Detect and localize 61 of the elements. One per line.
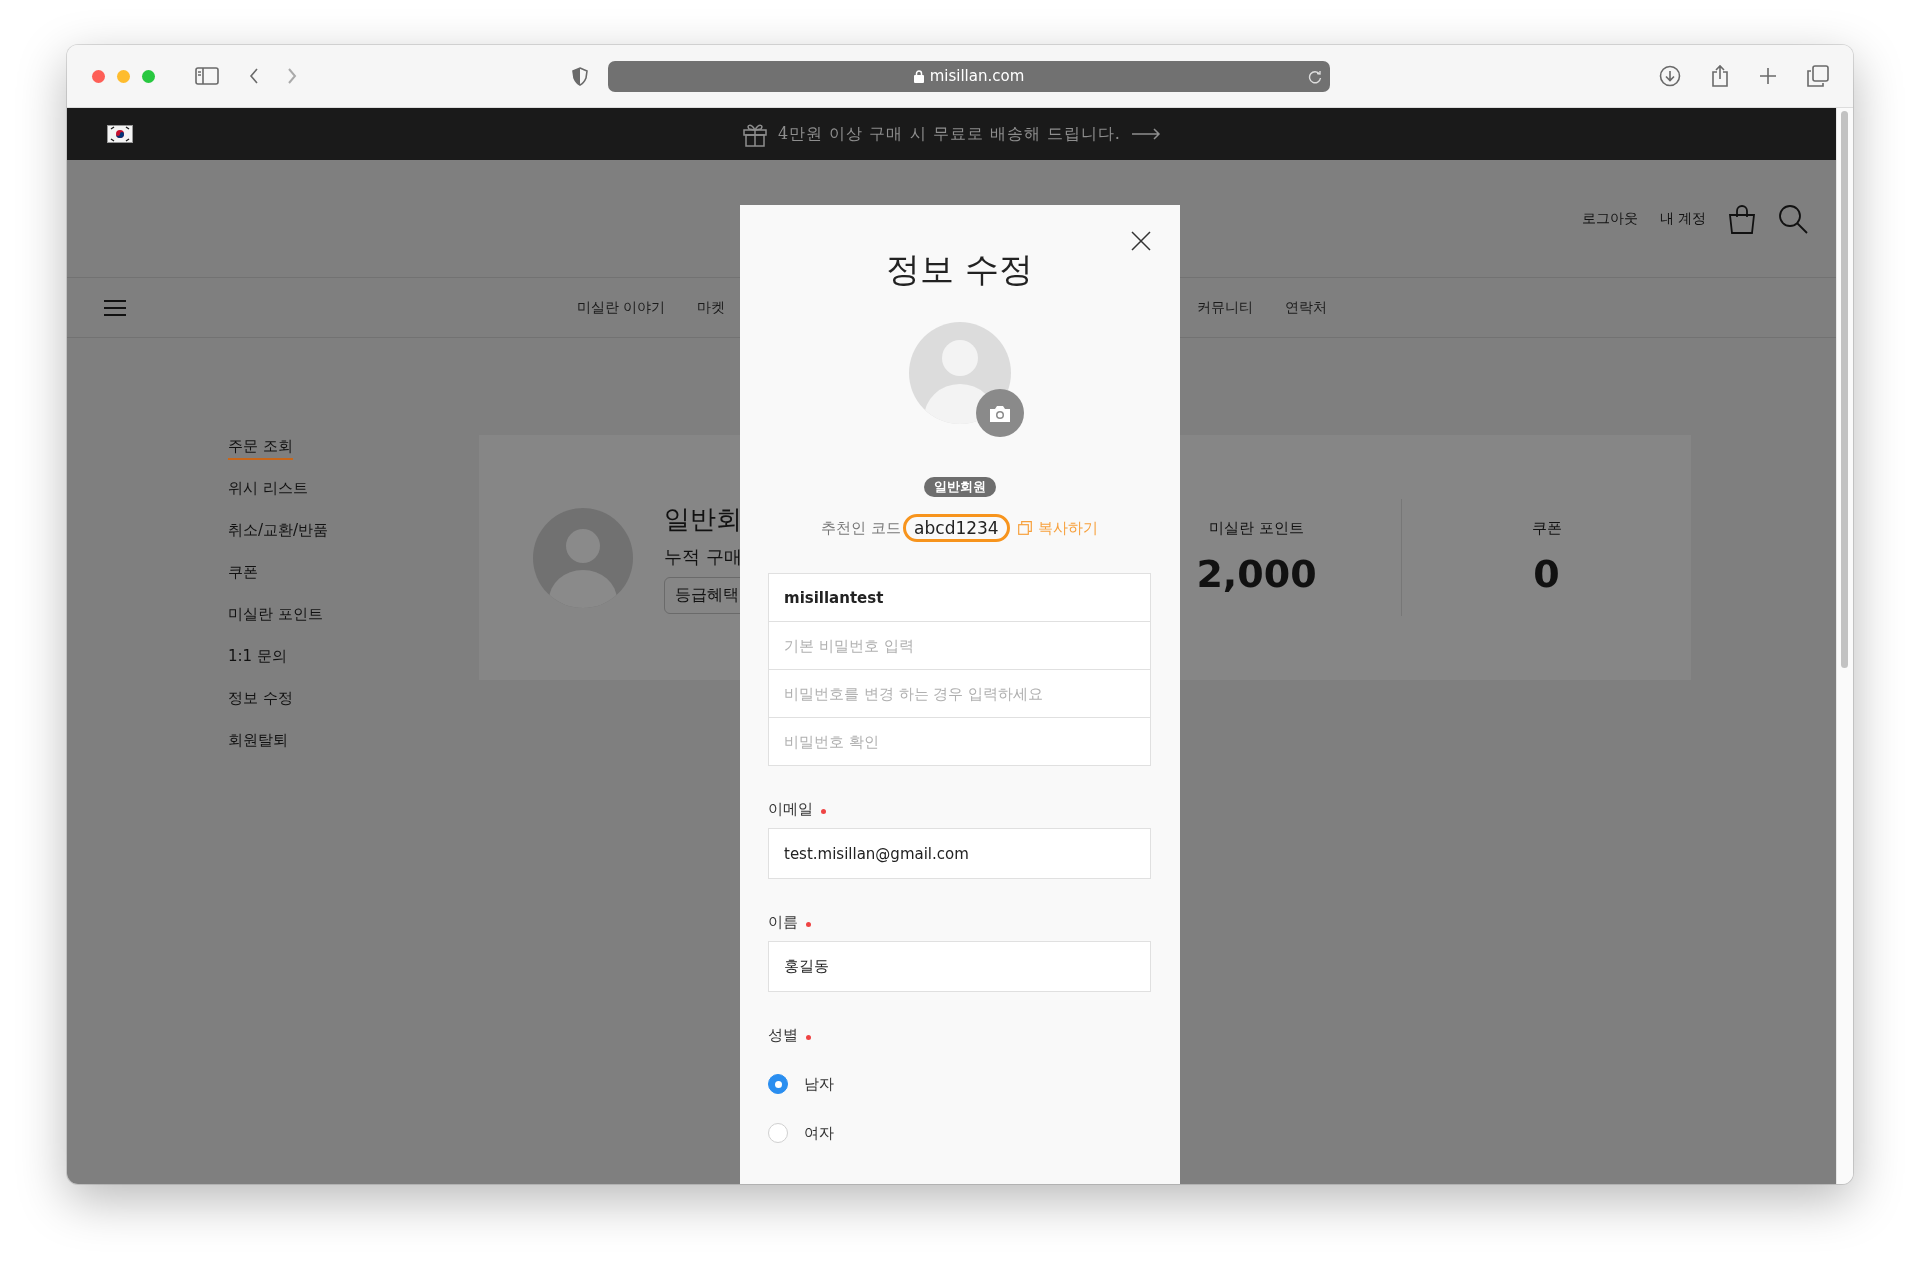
share-icon[interactable] <box>1711 64 1729 88</box>
camera-icon <box>987 403 1012 423</box>
sidebar-item[interactable]: 쿠폰 <box>228 561 258 586</box>
field-label: 이름 <box>768 912 798 932</box>
sidebar-item[interactable]: 정보 수정 <box>228 687 293 712</box>
field-label: 성별 <box>768 1025 798 1045</box>
sidebar-item[interactable]: 취소/교환/반품 <box>228 519 329 544</box>
menu-icon[interactable] <box>103 298 127 317</box>
radio-button[interactable] <box>768 1123 788 1143</box>
change-photo-button[interactable] <box>975 389 1024 437</box>
input-field[interactable]: test.misillan@gmail.com <box>768 828 1151 879</box>
sidebar-item[interactable]: 위시 리스트 <box>228 477 308 502</box>
radio-button[interactable] <box>768 1074 788 1094</box>
member-badge: 일반회원 <box>923 477 996 497</box>
input-field[interactable]: 홍길동 <box>768 941 1151 992</box>
nav-link[interactable]: 연락처 <box>1285 298 1328 317</box>
referral-label: 추천인 코드 <box>821 518 902 538</box>
back-icon[interactable] <box>249 67 259 85</box>
download-icon[interactable] <box>1659 65 1681 87</box>
sidebar-toggle-icon[interactable] <box>195 67 219 85</box>
reload-icon[interactable] <box>1308 68 1322 84</box>
header-link[interactable]: 로그아웃 <box>1581 209 1638 228</box>
shopping-bag-icon[interactable] <box>1728 203 1756 234</box>
shield-icon[interactable] <box>572 66 588 86</box>
address-bar[interactable]: misillan.com <box>608 60 1330 92</box>
header-link[interactable]: 내 계정 <box>1659 209 1706 228</box>
referral-code: abcd1234 <box>903 514 1010 542</box>
input-field[interactable]: 비밀번호를 변경 하는 경우 입력하세요 <box>768 669 1151 718</box>
sidebar-item[interactable]: 회원탈퇴 <box>228 729 288 754</box>
radio-label: 여자 <box>804 1123 834 1143</box>
flag-icon[interactable] <box>107 125 133 143</box>
sidebar-item[interactable]: 주문 조회 <box>228 435 293 460</box>
close-window-button[interactable] <box>92 69 105 83</box>
dialog-title: 정보 수정 <box>885 249 1034 289</box>
nav-link[interactable]: 미실란 이야기 <box>577 298 666 317</box>
stat-label: 미실란 포인트 <box>1209 519 1304 538</box>
new-tab-icon[interactable] <box>1759 67 1777 85</box>
scrollbar[interactable] <box>1836 108 1853 1184</box>
avatar-silhouette-icon <box>533 507 633 608</box>
tabs-overview-icon[interactable] <box>1807 65 1829 87</box>
input-field[interactable]: misillantest <box>768 573 1151 622</box>
sidebar-item[interactable]: 1:1 문의 <box>228 645 287 670</box>
stat-value: 2,000 <box>1196 552 1317 596</box>
scrollbar-thumb[interactable] <box>1841 111 1848 668</box>
stat-label: 쿠폰 <box>1531 519 1562 538</box>
nav-link[interactable]: 마켓 <box>697 298 726 317</box>
input-field[interactable]: 기본 비밀번호 입력 <box>768 621 1151 670</box>
radio-label: 남자 <box>804 1074 834 1094</box>
field-label: 이메일 <box>768 799 813 819</box>
promo-text: 4만원 이상 구매 시 무료로 배송해 드립니다. <box>778 123 1121 145</box>
stat-value: 0 <box>1533 552 1560 596</box>
lock-icon <box>913 69 924 83</box>
copy-icon <box>1017 521 1032 535</box>
nav-link[interactable]: 커뮤니티 <box>1197 298 1254 317</box>
input-field[interactable]: 비밀번호 확인 <box>768 717 1151 766</box>
member-grade: 일반회 <box>664 502 742 536</box>
arrow-icon[interactable] <box>1130 128 1161 140</box>
purchase-total: 누적 구매 <box>664 544 742 569</box>
search-icon[interactable] <box>1778 203 1808 234</box>
sidebar-item[interactable]: 미실란 포인트 <box>228 603 323 628</box>
url-text: misillan.com <box>929 67 1025 85</box>
